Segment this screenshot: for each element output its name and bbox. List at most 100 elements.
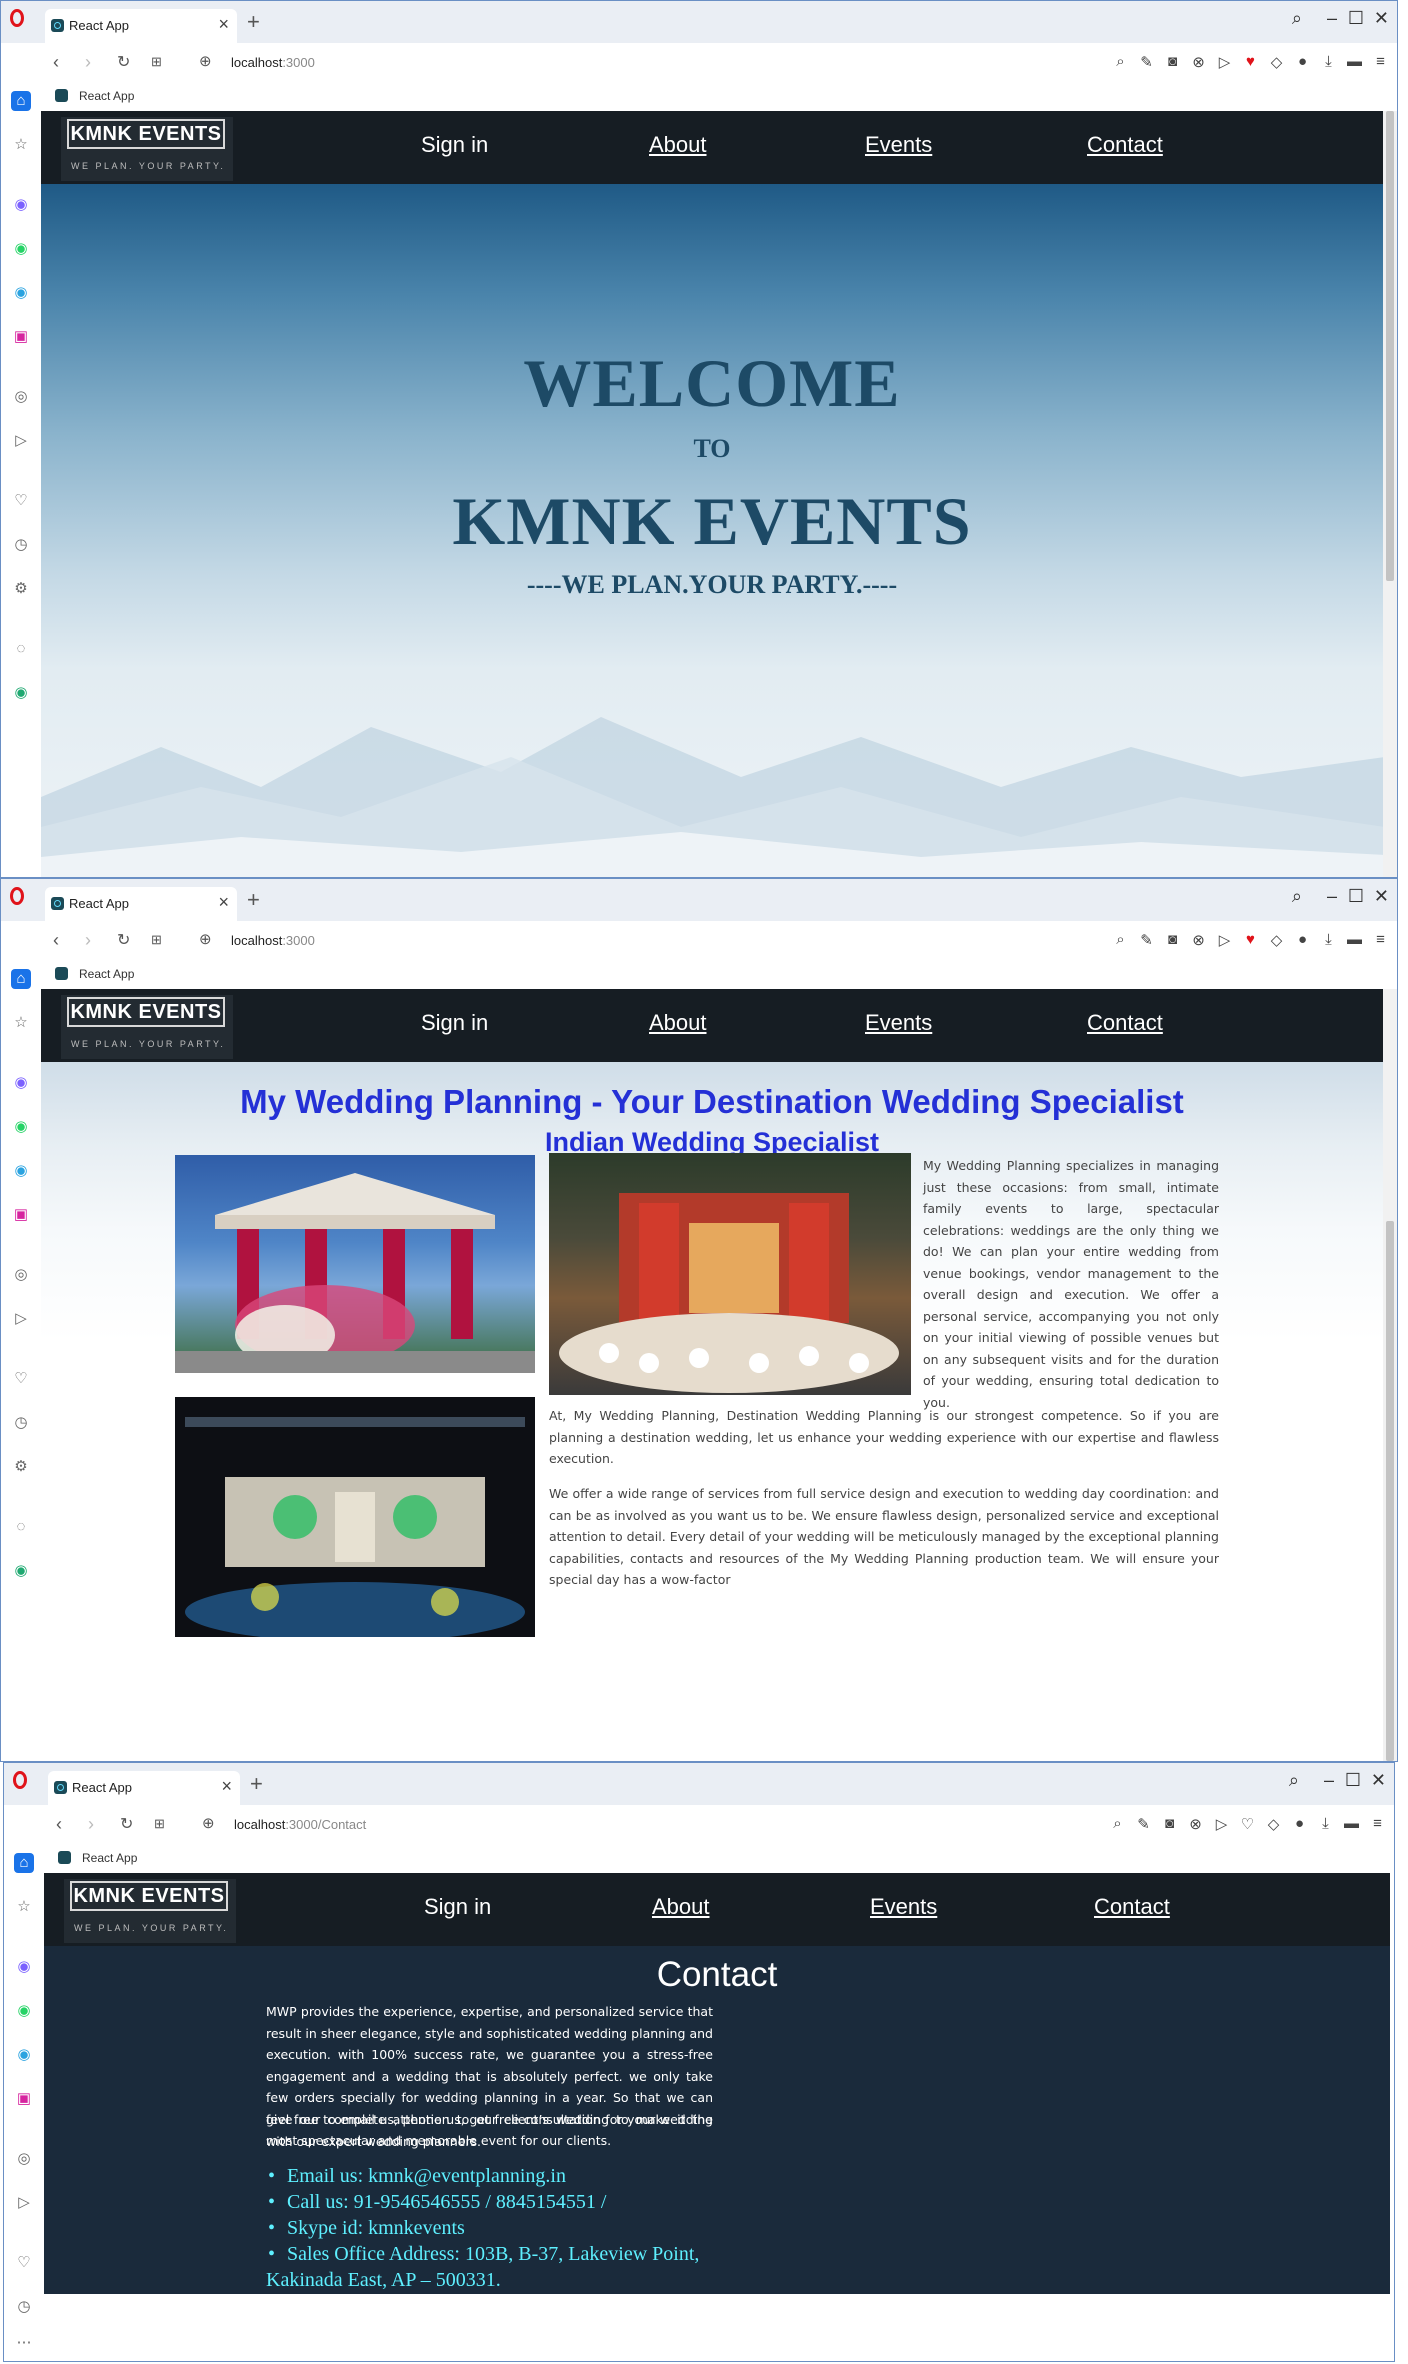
menu-icon[interactable]: ≡ [1369, 1815, 1386, 1833]
nav-events[interactable]: Events [865, 132, 932, 158]
url-field[interactable]: localhost:3000 [231, 933, 315, 948]
adblock-icon[interactable]: ⊗ [1190, 931, 1207, 949]
nav-contact[interactable]: Contact [1087, 1010, 1163, 1036]
browser-tab[interactable]: React App × [45, 9, 237, 43]
edit-icon[interactable]: ✎ [1138, 53, 1155, 71]
send-icon[interactable]: ▷ [14, 2193, 34, 2213]
close-window-icon[interactable]: ✕ [1371, 1770, 1386, 1791]
telegram-icon[interactable]: ◉ [11, 1161, 31, 1181]
history-icon[interactable]: ◷ [11, 1413, 31, 1433]
send-icon[interactable]: ▷ [11, 431, 31, 451]
new-tab-icon[interactable]: + [247, 9, 260, 35]
history-icon[interactable]: ◷ [14, 2297, 34, 2317]
download-icon[interactable]: ⤓ [1320, 53, 1337, 71]
back-icon[interactable]: ‹ [53, 52, 59, 73]
close-tab-icon[interactable]: × [218, 14, 229, 35]
camera-icon[interactable]: ◙ [1161, 1815, 1178, 1833]
aria-icon[interactable]: ◉ [11, 1561, 31, 1581]
settings-icon[interactable]: ⚙ [11, 579, 31, 599]
messenger-icon[interactable]: ◉ [14, 1957, 34, 1977]
contact-email[interactable]: Email us: kmnk@eventplanning.in [266, 2163, 726, 2189]
scrollbar[interactable] [1383, 111, 1397, 877]
heart-icon[interactable]: ♡ [11, 1369, 31, 1389]
maximize-icon[interactable]: ☐ [1348, 8, 1364, 29]
edit-icon[interactable]: ✎ [1138, 931, 1155, 949]
close-window-icon[interactable]: ✕ [1374, 8, 1389, 29]
tabs-grid-icon[interactable]: ⊞ [151, 54, 162, 70]
new-tab-icon[interactable]: + [247, 887, 260, 913]
site-info-icon[interactable]: ⊕ [199, 930, 212, 948]
opera-logo-icon[interactable] [10, 9, 24, 27]
close-window-icon[interactable]: ✕ [1374, 886, 1389, 907]
aria-icon[interactable]: ◉ [11, 683, 31, 703]
messenger-icon[interactable]: ◉ [11, 195, 31, 215]
battery-icon[interactable]: ▬ [1343, 1815, 1360, 1833]
star-icon[interactable]: ☆ [11, 1013, 31, 1033]
url-field[interactable]: localhost:3000 [231, 55, 315, 70]
download-icon[interactable]: ⤓ [1317, 1815, 1334, 1833]
player-icon[interactable]: ◎ [11, 387, 31, 407]
menu-icon[interactable]: ≡ [1372, 931, 1389, 949]
whatsapp-icon[interactable]: ◉ [11, 1117, 31, 1137]
brand-logo[interactable]: KMNK EVENTS WE PLAN. YOUR PARTY. [64, 1879, 236, 1943]
close-tab-icon[interactable]: × [218, 892, 229, 913]
opera-logo-icon[interactable] [10, 887, 24, 905]
bulb-icon[interactable]: ◌ [11, 639, 31, 659]
browser-tab[interactable]: React App × [48, 1771, 240, 1805]
site-info-icon[interactable]: ⊕ [199, 52, 212, 70]
reload-icon[interactable]: ↻ [120, 1814, 133, 1834]
minimize-icon[interactable]: – [1324, 1770, 1334, 1791]
battery-icon[interactable]: ▬ [1346, 53, 1363, 71]
cube-icon[interactable]: ◇ [1265, 1815, 1282, 1833]
nav-signin[interactable]: Sign in [424, 1894, 491, 1920]
nav-about[interactable]: About [649, 1010, 707, 1036]
more-icon[interactable]: ⋯ [14, 2333, 34, 2353]
bulb-icon[interactable]: ◌ [11, 1517, 31, 1537]
telegram-icon[interactable]: ◉ [11, 283, 31, 303]
star-icon[interactable]: ☆ [11, 135, 31, 155]
battery-icon[interactable]: ▬ [1346, 931, 1363, 949]
home-icon[interactable]: ⌂ [11, 91, 31, 111]
messenger-icon[interactable]: ◉ [11, 1073, 31, 1093]
nav-contact[interactable]: Contact [1094, 1894, 1170, 1920]
heart-icon[interactable]: ♥ [1242, 931, 1259, 949]
bookmark-react-app[interactable]: React App [79, 89, 134, 103]
flow-icon[interactable]: ▷ [1216, 931, 1233, 949]
new-tab-icon[interactable]: + [250, 1771, 263, 1797]
instagram-icon[interactable]: ▣ [11, 1205, 31, 1225]
settings-icon[interactable]: ⚙ [11, 1457, 31, 1477]
download-icon[interactable]: ⤓ [1320, 931, 1337, 949]
whatsapp-icon[interactable]: ◉ [11, 239, 31, 259]
browser-tab[interactable]: React App × [45, 887, 237, 921]
heart-outline-icon[interactable]: ♡ [1239, 1815, 1256, 1833]
camera-icon[interactable]: ◙ [1164, 53, 1181, 71]
cube-icon[interactable]: ◇ [1268, 931, 1285, 949]
profile-icon[interactable]: ● [1291, 1815, 1308, 1833]
minimize-icon[interactable]: – [1327, 8, 1337, 29]
back-icon[interactable]: ‹ [56, 1814, 62, 1835]
menu-icon[interactable]: ≡ [1372, 53, 1389, 71]
search-tabs-icon[interactable]: ⌕ [1289, 1770, 1299, 1791]
nav-about[interactable]: About [652, 1894, 710, 1920]
camera-icon[interactable]: ◙ [1164, 931, 1181, 949]
find-icon[interactable]: ⌕ [1112, 53, 1129, 71]
find-icon[interactable]: ⌕ [1112, 931, 1129, 949]
instagram-icon[interactable]: ▣ [14, 2089, 34, 2109]
history-icon[interactable]: ◷ [11, 535, 31, 555]
reload-icon[interactable]: ↻ [117, 930, 130, 950]
nav-about[interactable]: About [649, 132, 707, 158]
home-icon[interactable]: ⌂ [11, 969, 31, 989]
brand-logo[interactable]: KMNK EVENTS WE PLAN. YOUR PARTY. [61, 117, 233, 181]
maximize-icon[interactable]: ☐ [1345, 1770, 1361, 1791]
flow-icon[interactable]: ▷ [1216, 53, 1233, 71]
heart-icon[interactable]: ♥ [1242, 53, 1259, 71]
brand-logo[interactable]: KMNK EVENTS WE PLAN. YOUR PARTY. [61, 995, 233, 1059]
heart-icon[interactable]: ♡ [14, 2253, 34, 2273]
forward-icon[interactable]: › [85, 930, 91, 951]
close-tab-icon[interactable]: × [221, 1776, 232, 1797]
nav-signin[interactable]: Sign in [421, 132, 488, 158]
scrollbar-thumb[interactable] [1386, 111, 1394, 581]
star-icon[interactable]: ☆ [14, 1897, 34, 1917]
search-tabs-icon[interactable]: ⌕ [1292, 886, 1302, 907]
adblock-icon[interactable]: ⊗ [1187, 1815, 1204, 1833]
